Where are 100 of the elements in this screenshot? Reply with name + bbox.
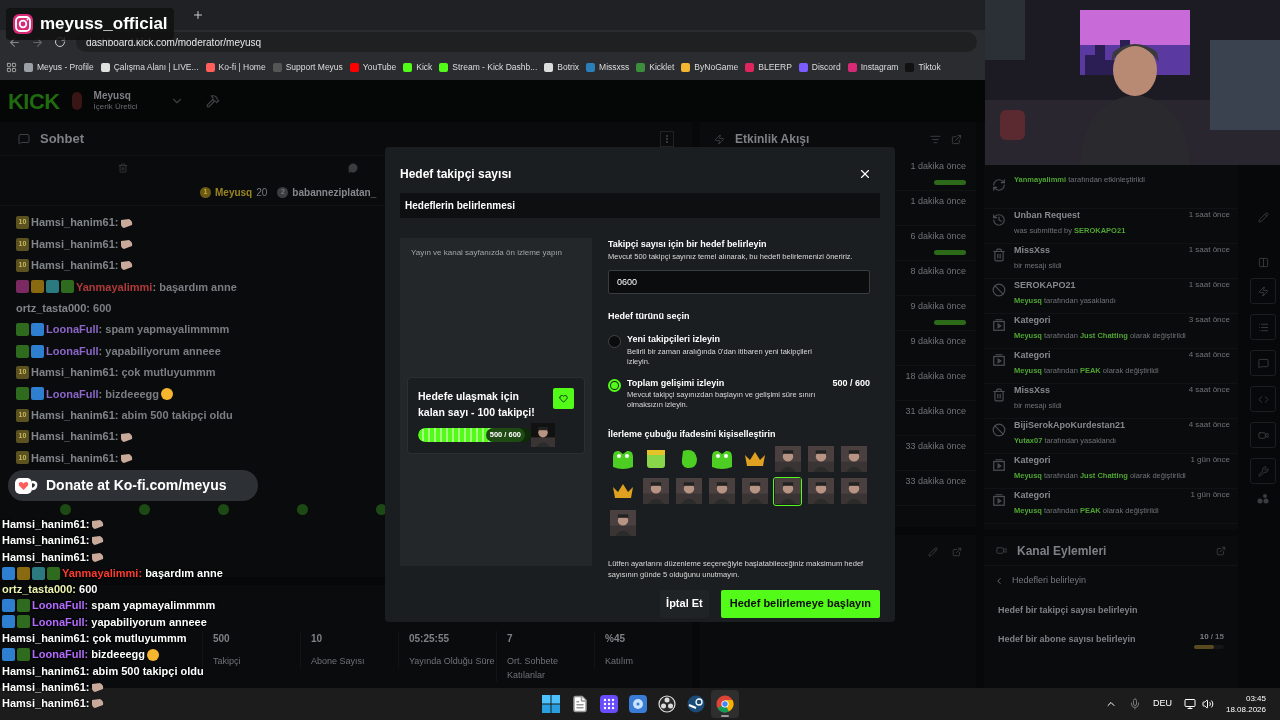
log-title: Kategori (1014, 489, 1051, 502)
chat-message: yapabiliyorum anneee (90, 614, 207, 630)
chat-message: spam yapmayalimmmm (90, 598, 216, 614)
chat-username: LoonaFull (46, 322, 99, 338)
chat-message: : yapabiliyorum anneee (98, 343, 221, 359)
section-label: Hedef türünü seçin (608, 309, 691, 323)
log-time: 1 gün önce (1190, 489, 1230, 501)
donate-text: Donate at Ko-fi.com/meyus (46, 476, 227, 495)
bookmark-link[interactable]: Ko-fi | Home (218, 60, 266, 74)
bookmark-link[interactable]: Kick (416, 60, 433, 74)
preview-hint: Yayın ve kanal sayfanızda ön izleme yapın (410, 247, 564, 259)
log-title: MissXss (1014, 244, 1051, 257)
stat-value: 500 (213, 632, 231, 646)
event-time: 9 dakika önce (910, 300, 966, 313)
bookmark-link[interactable]: Missxss (599, 60, 630, 74)
panel-title: Etkinlik Akışı (735, 131, 810, 148)
channel-role: İçerik Üretici (93, 101, 138, 112)
chat-username: ortz_tasta000: (2, 582, 76, 598)
chat-message: : başardım anne (152, 279, 237, 295)
chat-username: Hamsi_hanim61: (31, 407, 119, 423)
stat-label: Katılım (605, 655, 634, 668)
channel-name: Meyusq (93, 90, 132, 101)
log-time: 1 saat önce (1188, 209, 1230, 221)
stat-label: Yayında Olduğu Süre (409, 655, 496, 668)
address-bar[interactable]: dashboard.kick.com/moderator/meyusq (76, 32, 977, 52)
log-title: BijiSerokApoKurdestan21 (1014, 419, 1126, 432)
log-title: SEROKAPO21 (1014, 279, 1076, 292)
field-label: Takipçi sayısı için bir hedef belirleyin (608, 238, 768, 251)
chat-username: Hamsi_hanim61: (2, 696, 90, 712)
bookmark-link[interactable]: Çalışma Alanı | LIVE... (113, 60, 199, 74)
chat-username: Hamsi_hanim61: (2, 533, 90, 549)
chat-message: : spam yapmayalimmmm (98, 322, 230, 338)
chat-username: Hamsi_hanim61: (2, 631, 90, 646)
log-title: Kategori (1014, 314, 1051, 327)
chat-username: LoonaFull: (32, 614, 89, 630)
goal-option[interactable]: Hedef bir abone sayısı belirleyin (998, 632, 1136, 647)
option-title: Toplam gelişimi izleyin (627, 376, 726, 390)
bookmark-link[interactable]: Stream - Kick Dashb... (452, 60, 538, 74)
goal-input[interactable]: 0600 (608, 269, 870, 294)
chat-username: Hamsi_hanim61: (31, 258, 119, 274)
panel-title: Kanal Eylemleri (1017, 542, 1107, 560)
panel-title: Sohbet (40, 129, 85, 148)
chat-username: LoonaFull (46, 386, 99, 402)
chat-message: abim 500 takipçi oldu (91, 663, 204, 679)
pinned-username: babanneziplatan_ (292, 186, 377, 200)
goal-option[interactable]: Hedef bir takipçi sayısı belirleyin (998, 603, 1138, 618)
chat-username: LoonaFull: (32, 647, 89, 663)
bookmark-link[interactable]: Discord (811, 60, 841, 74)
option-title: Yeni takipçileri izleyin (627, 333, 722, 346)
bookmark-link[interactable]: YouTube (362, 60, 397, 74)
language-indicator[interactable]: DEU (1152, 697, 1172, 711)
chat-username: Hamsi_hanim61: (31, 365, 119, 381)
bookmark-link[interactable]: Kicklet (649, 60, 675, 74)
event-time: 1 dakika önce (910, 195, 966, 208)
chat-username: LoonaFull: (32, 598, 89, 614)
event-time: 33 dakika önce (905, 475, 966, 488)
event-time: 31 dakika önce (905, 405, 966, 418)
event-time: 6 dakika önce (910, 230, 966, 243)
goal-current: 10 (1199, 630, 1209, 643)
chat-username: Hamsi_hanim61: (31, 450, 119, 466)
dialog-title: Hedef takipçi sayısı (400, 166, 512, 183)
event-time: 8 dakika önce (910, 265, 966, 278)
log-title: MissXss (1014, 384, 1051, 397)
log-title: Kategori (1014, 454, 1051, 467)
stat-label: Takipçi (213, 655, 242, 668)
chat-username: Hamsi_hanim61: (31, 429, 119, 445)
bookmark-link[interactable]: ByNoGame (694, 60, 739, 74)
bookmark-link[interactable]: Support Meyus (285, 60, 343, 74)
chat-message: 600 (78, 582, 98, 598)
back-link[interactable]: Hedefleri belirleyin (1012, 574, 1087, 588)
bookmark-link[interactable]: BLEERP (758, 60, 792, 74)
log-time: 1 saat önce (1188, 244, 1230, 256)
chat-username: Hamsi_hanim61: (31, 215, 119, 231)
chat-username: Hamsi_hanim61: (31, 236, 119, 252)
chat-username: Yanmayalimmi: (62, 565, 143, 581)
log-time: 4 saat önce (1188, 349, 1230, 361)
chat-username: Hamsi_hanim61: (2, 663, 90, 679)
pinned-username: Meyusq (215, 186, 253, 200)
stat-value: %45 (605, 632, 626, 646)
chat-message: abim 500 takipçi oldu (120, 407, 233, 423)
stat-value: 05:25:55 (409, 632, 451, 646)
bookmark-link[interactable]: Instagram (860, 60, 899, 74)
section-header: Hedeflerin belirlenmesi (400, 193, 880, 218)
chat-username: LoonaFull (46, 343, 99, 359)
log-time: 4 saat önce (1188, 384, 1230, 396)
kick-logo: KICK (8, 87, 60, 116)
clock-time: 03:45 (1245, 693, 1266, 704)
log-title: Kategori (1014, 349, 1051, 362)
bookmark-link[interactable]: Tiktok (918, 60, 941, 74)
cancel-button[interactable]: İptal Et (660, 589, 709, 618)
chat-message: : bizdeeegg (98, 386, 160, 402)
chat-username: Hamsi_hanim61: (2, 516, 90, 532)
bookmark-link[interactable]: Botrix (557, 60, 580, 74)
event-time: 9 dakika önce (910, 335, 966, 348)
start-button[interactable]: Hedef belirlemeye başlayın (720, 589, 880, 618)
goal-total: / 15 (1210, 630, 1224, 643)
chat-message: çok mutluyummm (91, 631, 187, 646)
chat-message: çok mutluyummm (120, 365, 216, 381)
chat-username: ortz_tasta000: (16, 301, 90, 316)
bookmark-link[interactable]: Meyus - Profile (37, 60, 94, 74)
